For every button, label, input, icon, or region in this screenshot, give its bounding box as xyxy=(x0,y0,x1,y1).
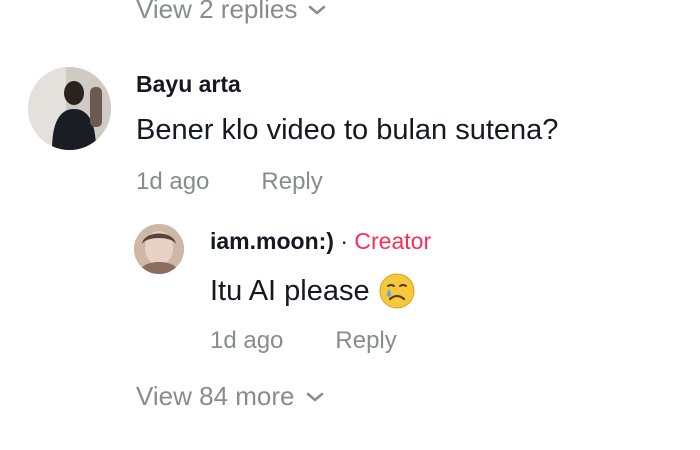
creator-badge: Creator xyxy=(354,228,432,254)
separator-dot: · xyxy=(340,228,349,254)
view-more-link[interactable]: View 84 more xyxy=(136,381,325,412)
comment-text-row: Itu AI please xyxy=(210,272,416,310)
crying-face-icon xyxy=(378,272,416,310)
reply-button[interactable]: Reply xyxy=(335,327,396,355)
comment-author[interactable]: Bayu arta xyxy=(136,71,241,98)
comment-meta: 1d ago Reply xyxy=(136,168,323,196)
reply-button[interactable]: Reply xyxy=(261,168,322,196)
comment-timestamp: 1d ago xyxy=(210,327,284,354)
comment-text: Itu AI please xyxy=(210,274,370,307)
comment-meta: 1d ago Reply xyxy=(210,327,397,355)
avatar[interactable] xyxy=(28,67,111,150)
reply-author-line: iam.moon:) · Creator xyxy=(210,228,431,255)
comment-timestamp: 1d ago xyxy=(136,168,210,195)
view-replies-label: View 2 replies xyxy=(136,0,298,24)
view-more-label: View 84 more xyxy=(136,381,295,411)
chevron-down-icon xyxy=(307,3,327,17)
comment-text: Bener klo video to bulan sutena? xyxy=(136,114,559,146)
view-replies-link[interactable]: View 2 replies xyxy=(136,0,327,25)
avatar[interactable] xyxy=(134,224,184,274)
chevron-down-icon xyxy=(305,390,325,404)
comment-author[interactable]: iam.moon:) xyxy=(210,228,334,254)
